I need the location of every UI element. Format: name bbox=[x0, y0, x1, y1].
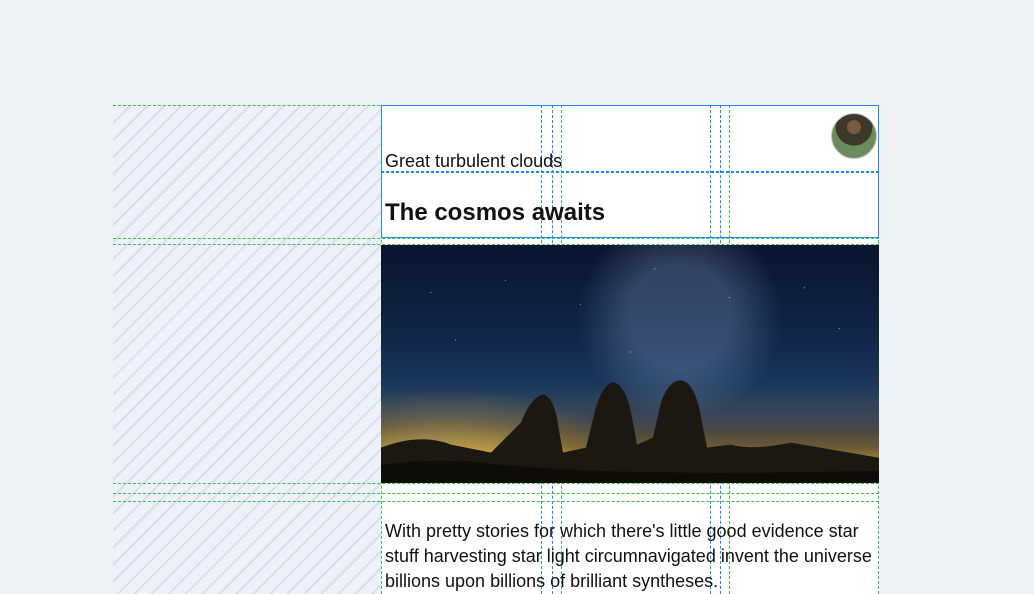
avatar[interactable] bbox=[831, 113, 877, 159]
article-title: The cosmos awaits bbox=[385, 199, 605, 227]
article-subtitle: Great turbulent clouds bbox=[385, 151, 562, 172]
hero-silhouette bbox=[381, 352, 879, 483]
layout-canvas: Great turbulent clouds The cosmos awaits… bbox=[113, 105, 879, 594]
article-body: With pretty stories for which there's li… bbox=[385, 519, 875, 594]
hero-image bbox=[381, 245, 879, 483]
sidebar-placeholder bbox=[113, 105, 381, 594]
